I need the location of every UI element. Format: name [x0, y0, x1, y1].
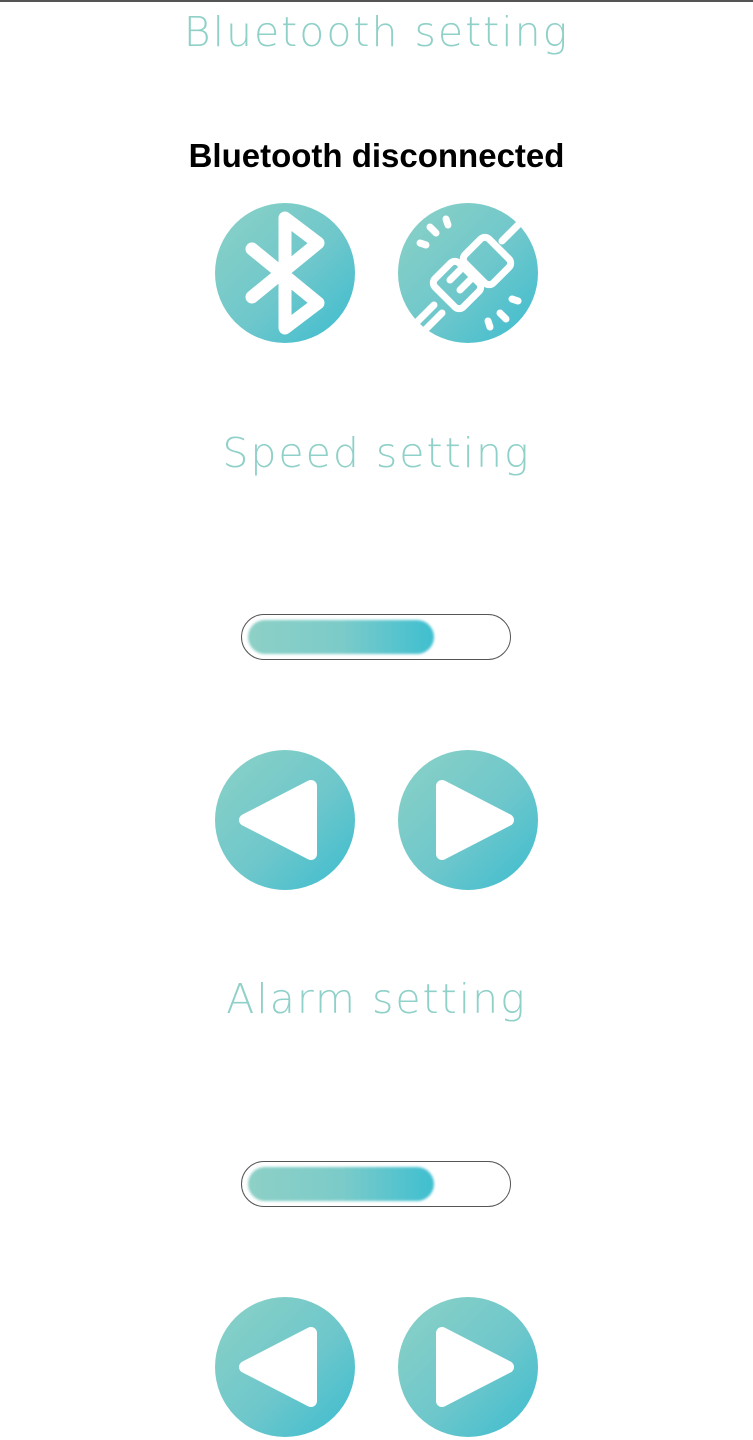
bluetooth-status-text: Bluetooth disconnected [188, 137, 565, 174]
speed-decrease-button[interactable] [215, 750, 355, 890]
bluetooth-disconnect-button[interactable] [398, 203, 538, 343]
speed-setting-title: Speed setting [222, 429, 531, 477]
alarm-increase-button[interactable] [398, 1297, 538, 1437]
triangle-left-icon [239, 780, 317, 860]
speed-level-bar [241, 614, 511, 660]
alarm-level-fill [248, 1167, 434, 1201]
triangle-left-icon [239, 1327, 317, 1407]
alarm-level-bar [241, 1161, 511, 1207]
bluetooth-setting-title: Bluetooth setting [183, 8, 570, 56]
alarm-setting-title: Alarm setting [226, 975, 527, 1023]
speed-level-fill [248, 620, 434, 654]
speed-increase-button[interactable] [398, 750, 538, 890]
top-divider [0, 0, 753, 2]
triangle-right-icon [436, 1327, 514, 1407]
alarm-decrease-button[interactable] [215, 1297, 355, 1437]
unplugged-icon [412, 215, 524, 335]
bluetooth-icon [245, 211, 325, 335]
triangle-right-icon [436, 780, 514, 860]
bluetooth-connect-button[interactable] [215, 203, 355, 343]
